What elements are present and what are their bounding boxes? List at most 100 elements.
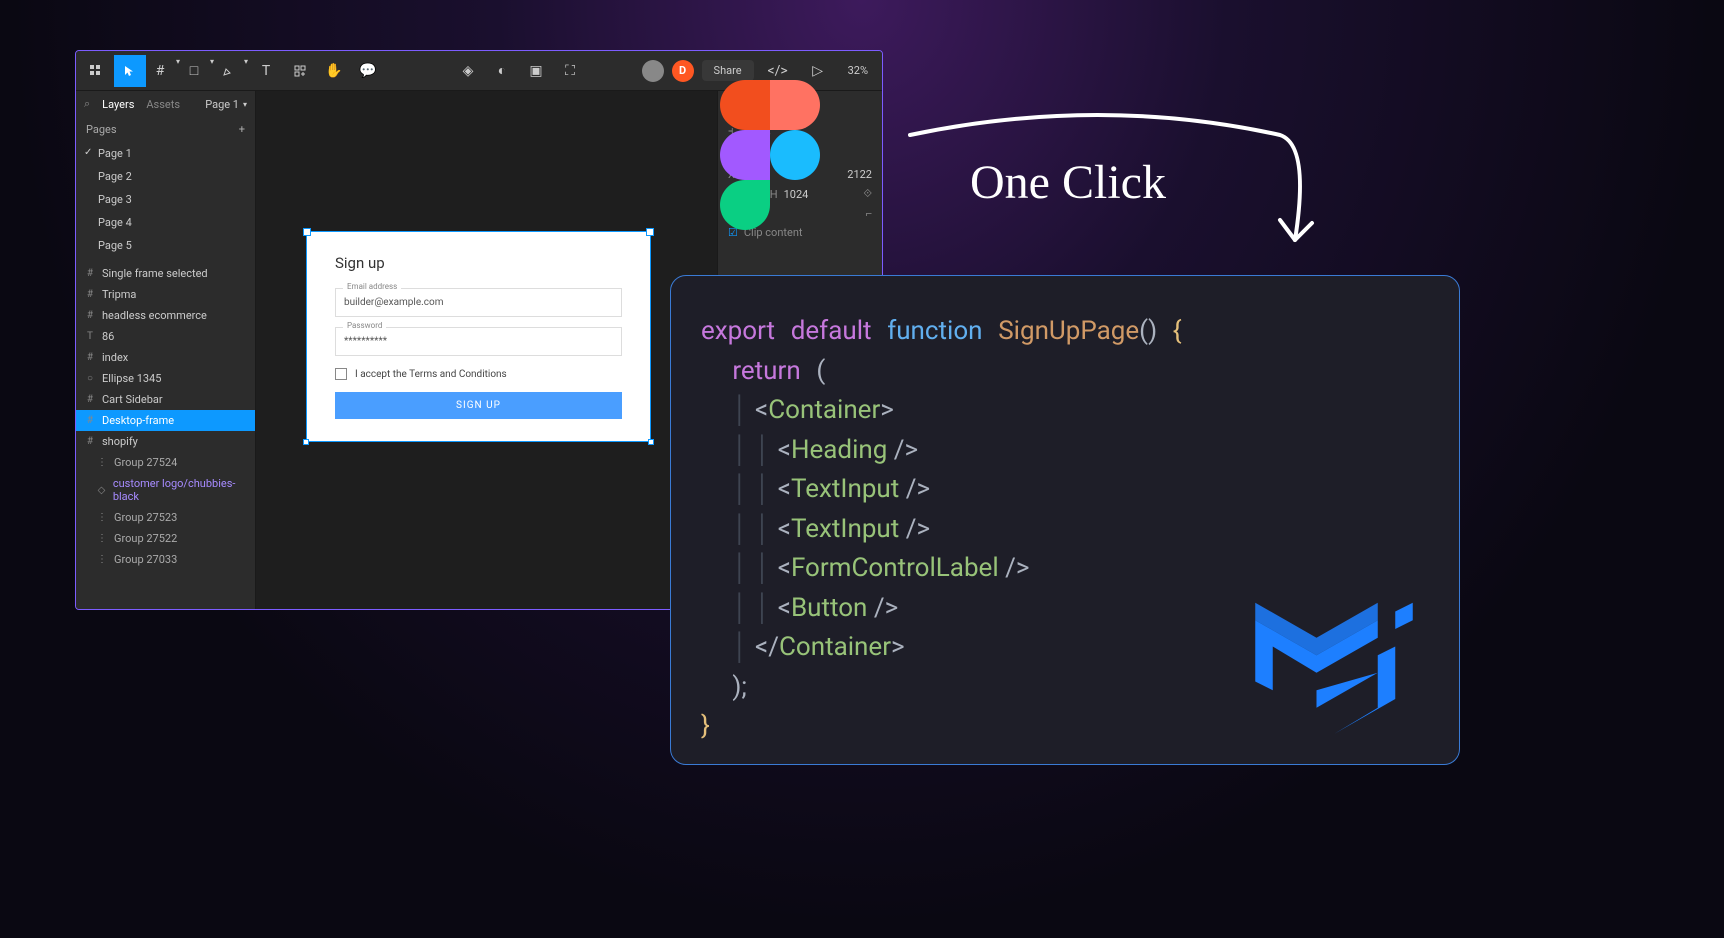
code-token: Container (779, 632, 891, 662)
text-tool-icon[interactable]: T (250, 55, 282, 87)
code-token: default (791, 316, 872, 346)
layer-label: Single frame selected (102, 267, 208, 280)
code-token: /> (999, 553, 1030, 583)
layer-label: customer logo/chubbies-black (113, 477, 247, 503)
tab-assets[interactable]: Assets (146, 98, 180, 111)
page-selector[interactable]: Page 1 (205, 98, 247, 111)
layer-item[interactable]: #headless ecommerce (76, 305, 255, 326)
code-token: function (887, 316, 982, 346)
password-input-group: Password (335, 327, 622, 356)
layer-label: Group 27522 (114, 532, 177, 545)
code-token: FormControlLabel (791, 553, 999, 583)
password-field[interactable] (335, 327, 622, 356)
layer-item[interactable]: ⋮Group 27033 (76, 549, 255, 570)
code-token: < (778, 593, 791, 623)
selection-handle[interactable] (303, 439, 309, 445)
toolbar-center: ◈ ◐ ▣ ⛶ (448, 55, 590, 87)
code-token: < (755, 395, 768, 425)
signup-button[interactable]: SIGN UP (335, 392, 622, 419)
email-label: Email address (343, 282, 401, 291)
move-tool-icon[interactable] (114, 55, 146, 87)
layer-type-icon: # (84, 289, 96, 301)
layer-item[interactable]: ⋮ Group 27524 (76, 452, 255, 473)
layer-item[interactable]: ◇customer logo/chubbies-black (76, 473, 255, 507)
layer-item[interactable]: ○Ellipse 1345 (76, 368, 255, 389)
resources-icon[interactable] (284, 55, 316, 87)
y-value[interactable]: 2122 (847, 168, 872, 181)
code-token: TextInput (791, 474, 899, 504)
pen-tool-icon[interactable] (216, 55, 248, 87)
toolbar-left: # □ T ✋ 💬 (76, 55, 388, 87)
layer-label: headless ecommerce (102, 309, 207, 322)
terms-row: I accept the Terms and Conditions (335, 368, 622, 380)
avatar-user[interactable] (642, 60, 664, 82)
code-token: return (732, 356, 800, 386)
code-token: > (891, 632, 905, 662)
password-label: Password (343, 321, 386, 330)
page-item[interactable]: Page 4 (76, 211, 255, 234)
layer-type-icon: ⋮ (96, 554, 108, 566)
code-token: export (701, 316, 775, 346)
page-item[interactable]: Page 1 (76, 142, 255, 165)
layer-type-icon: # (84, 268, 96, 280)
layer-label: 86 (102, 330, 114, 343)
layer-type-icon: ⋮ (96, 457, 108, 469)
code-token: < (778, 435, 791, 465)
pages-label: Pages (86, 123, 117, 136)
boolean-icon[interactable]: ▣ (520, 55, 552, 87)
code-token: < (778, 553, 791, 583)
page-item[interactable]: Page 5 (76, 234, 255, 257)
page-item[interactable]: Page 3 (76, 188, 255, 211)
code-token: < (778, 474, 791, 504)
layer-label: Tripma (102, 288, 136, 301)
mui-logo (1249, 594, 1419, 734)
figma-logo-purple (720, 130, 770, 180)
search-icon[interactable]: ⌕ (84, 97, 90, 111)
signup-frame[interactable]: Sign up Email address Password I accept … (306, 231, 651, 442)
radius-icon[interactable]: ⌐ (866, 207, 872, 220)
crop-icon[interactable]: ⛶ (554, 55, 586, 87)
layer-item[interactable]: T86 (76, 326, 255, 347)
tab-layers[interactable]: Layers (102, 98, 134, 111)
layer-item[interactable]: # Tripma (76, 284, 255, 305)
layer-item[interactable]: ⋮Group 27523 (76, 507, 255, 528)
layer-item[interactable]: #shopify (76, 431, 255, 452)
code-token: TextInput (791, 514, 899, 544)
layer-item[interactable]: # Single frame selected (76, 263, 255, 284)
code-token: /> (887, 435, 918, 465)
layer-label: Group 27523 (114, 511, 177, 524)
code-token: () (1139, 316, 1157, 346)
comment-tool-icon[interactable]: 💬 (352, 55, 384, 87)
constrain-icon[interactable]: ⟐ (863, 187, 872, 201)
layer-label: Group 27524 (114, 456, 177, 469)
page-item[interactable]: Page 2 (76, 165, 255, 188)
component-icon[interactable]: ◈ (452, 55, 484, 87)
figma-logo-orange (770, 80, 820, 130)
layer-item[interactable]: ⋮ Group 27522 (76, 528, 255, 549)
layers-panel: ⌕ Layers Assets Page 1 Pages + Page 1Pag… (76, 91, 256, 609)
layer-item[interactable]: #Cart Sidebar (76, 389, 255, 410)
shape-tool-icon[interactable]: □ (182, 55, 214, 87)
layer-item[interactable]: #Desktop-frame (76, 410, 255, 431)
share-button[interactable]: Share (702, 60, 754, 81)
terms-checkbox[interactable] (335, 368, 347, 380)
pages-header: Pages + (76, 117, 255, 142)
hand-tool-icon[interactable]: ✋ (318, 55, 350, 87)
figma-logo-blue (770, 130, 820, 180)
selection-handle[interactable] (648, 439, 654, 445)
email-field[interactable] (335, 288, 622, 317)
layer-type-icon: ⋮ (96, 533, 108, 545)
frame-tool-icon[interactable]: # (148, 55, 180, 87)
layer-label: Ellipse 1345 (102, 372, 161, 385)
layer-item[interactable]: #index (76, 347, 255, 368)
mask-icon[interactable]: ◐ (486, 55, 518, 87)
figma-logo-red (720, 80, 770, 130)
code-token: /> (899, 474, 930, 504)
canvas[interactable]: Sign up Email address Password I accept … (256, 91, 717, 609)
add-page-icon[interactable]: + (239, 123, 245, 136)
figma-menu-icon[interactable] (80, 55, 112, 87)
code-token: ); (732, 672, 747, 702)
panel-tabs: ⌕ Layers Assets Page 1 (76, 91, 255, 117)
zoom-level[interactable]: 32% (842, 64, 874, 77)
avatar-d[interactable]: D (672, 60, 694, 82)
